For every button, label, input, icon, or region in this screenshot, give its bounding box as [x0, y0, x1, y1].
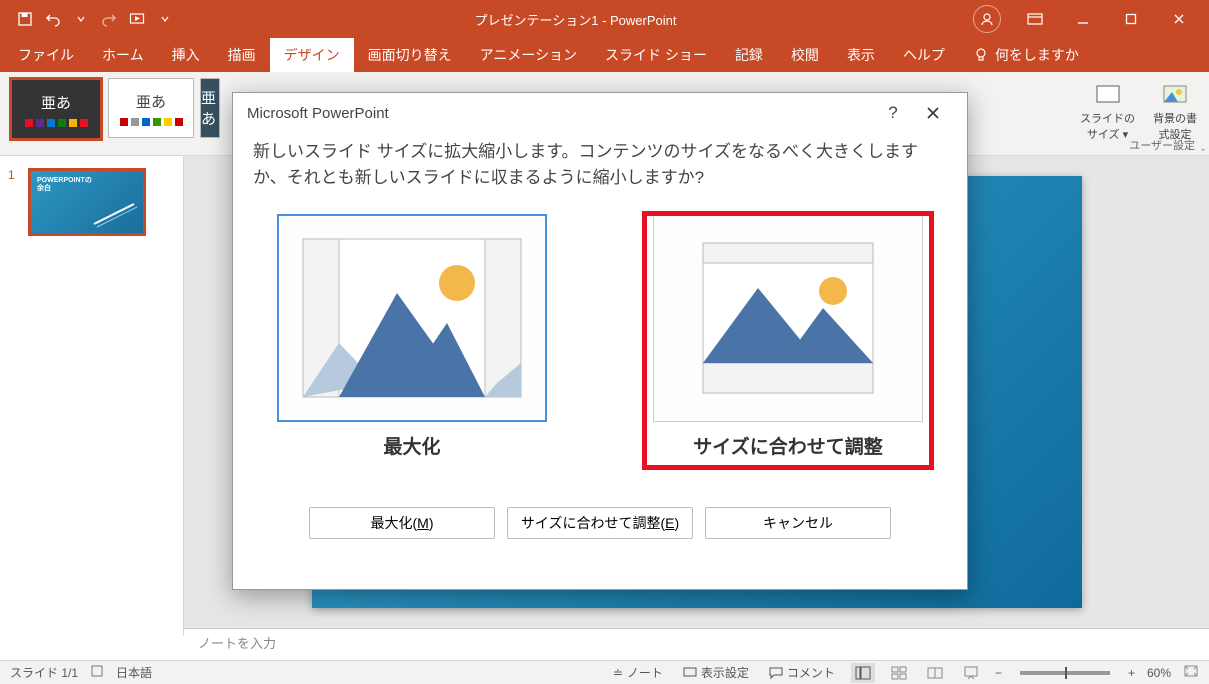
maximize-icon[interactable]: [1109, 4, 1153, 34]
zoom-percent[interactable]: 60%: [1147, 666, 1171, 680]
normal-view-icon[interactable]: [851, 663, 875, 683]
notes-toggle[interactable]: ≐ ノート: [609, 664, 667, 681]
tab-view[interactable]: 表示: [833, 38, 889, 72]
tab-slideshow[interactable]: スライド ショー: [591, 38, 721, 72]
slide-size-icon: [1094, 80, 1122, 108]
minimize-icon[interactable]: [1061, 4, 1105, 34]
status-bar: スライド 1/1 日本語 ≐ ノート 表示設定 コメント − + 60%: [0, 660, 1209, 684]
reading-view-icon[interactable]: [923, 663, 947, 683]
maximize-button[interactable]: 最大化(M): [309, 507, 495, 539]
comments-label: コメント: [787, 664, 835, 681]
option-maximize-card[interactable]: [277, 214, 547, 422]
slide-thumbnail-panel[interactable]: 1 POWERPOINTの 余白: [0, 156, 184, 636]
tab-insert[interactable]: 挿入: [158, 38, 214, 72]
dialog-button-row: 最大化(M) サイズに合わせて調整(E) キャンセル: [253, 501, 947, 545]
ensure-fit-preview-icon: [673, 233, 903, 403]
slide-number: 1: [8, 168, 22, 236]
format-bg-icon: [1161, 80, 1189, 108]
start-from-beginning-icon[interactable]: [124, 6, 150, 32]
zoom-in-icon[interactable]: +: [1128, 666, 1135, 680]
format-background-button[interactable]: 背景の書 式設定: [1151, 76, 1199, 146]
option-ensure-fit-card[interactable]: [653, 214, 923, 422]
maximize-preview-icon: [297, 233, 527, 403]
notes-pane[interactable]: ノートを入力: [184, 628, 1209, 656]
tab-animations[interactable]: アニメーション: [466, 38, 591, 72]
tab-review[interactable]: 校閲: [777, 38, 833, 72]
titlebar: プレゼンテーション1 - PowerPoint: [0, 0, 1209, 38]
spellcheck-icon[interactable]: [90, 664, 104, 681]
option-ensure-fit-label: サイズに合わせて調整: [693, 434, 882, 463]
theme-gallery: 亜あ 亜あ 亜あ: [0, 72, 230, 155]
slide-size-button[interactable]: スライドの サイズ ▾: [1078, 76, 1137, 146]
fit-to-window-icon[interactable]: [1183, 664, 1199, 681]
display-settings-button[interactable]: 表示設定: [679, 664, 753, 681]
ribbon-group-label: ユーザー設定: [1129, 137, 1195, 153]
tab-file[interactable]: ファイル: [4, 38, 88, 72]
slide-sorter-view-icon[interactable]: [887, 663, 911, 683]
tab-design[interactable]: デザイン: [270, 38, 354, 72]
dialog-options: 最大化 サイズに合わせて調整: [253, 214, 947, 467]
ribbon-tabs: ファイル ホーム 挿入 描画 デザイン 画面切り替え アニメーション スライド …: [0, 38, 1209, 72]
account-icon[interactable]: [973, 5, 1001, 33]
dialog-message: 新しいスライド サイズに拡大縮小します。コンテンツのサイズをなるべく大きくします…: [253, 139, 947, 190]
ensure-fit-button[interactable]: サイズに合わせて調整(E): [507, 507, 693, 539]
display-settings-label: 表示設定: [701, 664, 749, 681]
slide-thumb-title: POWERPOINTの 余白: [37, 177, 137, 192]
language-label[interactable]: 日本語: [116, 664, 152, 681]
tab-transitions[interactable]: 画面切り替え: [354, 38, 466, 72]
theme-thumb[interactable]: 亜あ: [108, 78, 194, 138]
option-ensure-fit: サイズに合わせて調整: [645, 214, 931, 467]
qat-customize-icon[interactable]: [152, 6, 178, 32]
slide-thumb-graphic: [89, 199, 139, 229]
quick-access-toolbar: [0, 6, 178, 32]
tab-record[interactable]: 記録: [721, 38, 777, 72]
dialog-body: 新しいスライド サイズに拡大縮小します。コンテンツのサイズをなるべく大きくします…: [233, 139, 967, 545]
theme-thumb[interactable]: 亜あ: [200, 78, 220, 138]
slide-thumbnail[interactable]: POWERPOINTの 余白: [28, 168, 146, 236]
slide-thumb-item[interactable]: 1 POWERPOINTの 余白: [8, 168, 175, 236]
close-icon[interactable]: [1157, 4, 1201, 34]
slideshow-view-icon[interactable]: [959, 663, 983, 683]
redo-icon[interactable]: [96, 6, 122, 32]
cancel-button[interactable]: キャンセル: [705, 507, 891, 539]
tab-home[interactable]: ホーム: [88, 38, 158, 72]
theme-text: 亜あ: [201, 87, 219, 129]
theme-text: 亜あ: [136, 91, 166, 112]
theme-text: 亜あ: [41, 92, 71, 113]
dialog-close-icon[interactable]: [913, 95, 953, 131]
notes-label: ノート: [627, 664, 663, 681]
dialog-title: Microsoft PowerPoint: [247, 105, 389, 122]
dialog-titlebar: Microsoft PowerPoint ?: [233, 93, 967, 133]
titlebar-controls: [973, 4, 1209, 34]
option-maximize-label: 最大化: [383, 434, 440, 463]
tab-draw[interactable]: 描画: [214, 38, 270, 72]
tell-me-search[interactable]: 何をしますか: [959, 38, 1093, 72]
lightbulb-icon: [973, 47, 989, 63]
undo-dropdown-icon[interactable]: [68, 6, 94, 32]
zoom-out-icon[interactable]: −: [995, 666, 1002, 680]
tab-help[interactable]: ヘルプ: [889, 38, 959, 72]
save-icon[interactable]: [12, 6, 38, 32]
theme-thumb-selected[interactable]: 亜あ: [10, 78, 102, 140]
slide-size-label: スライドの サイズ ▾: [1080, 110, 1135, 142]
option-maximize: 最大化: [269, 214, 555, 467]
window-title: プレゼンテーション1 - PowerPoint: [178, 10, 973, 29]
collapse-ribbon-icon[interactable]: ˬ: [1201, 139, 1205, 151]
slide-size-dialog: Microsoft PowerPoint ? 新しいスライド サイズに拡大縮小し…: [232, 92, 968, 590]
slide-counter: スライド 1/1: [10, 664, 78, 681]
undo-icon[interactable]: [40, 6, 66, 32]
dialog-help-icon[interactable]: ?: [873, 95, 913, 131]
tell-me-label: 何をしますか: [995, 45, 1079, 65]
comments-button[interactable]: コメント: [765, 664, 839, 681]
ribbon-display-icon[interactable]: [1013, 4, 1057, 34]
zoom-slider[interactable]: [1020, 671, 1110, 675]
